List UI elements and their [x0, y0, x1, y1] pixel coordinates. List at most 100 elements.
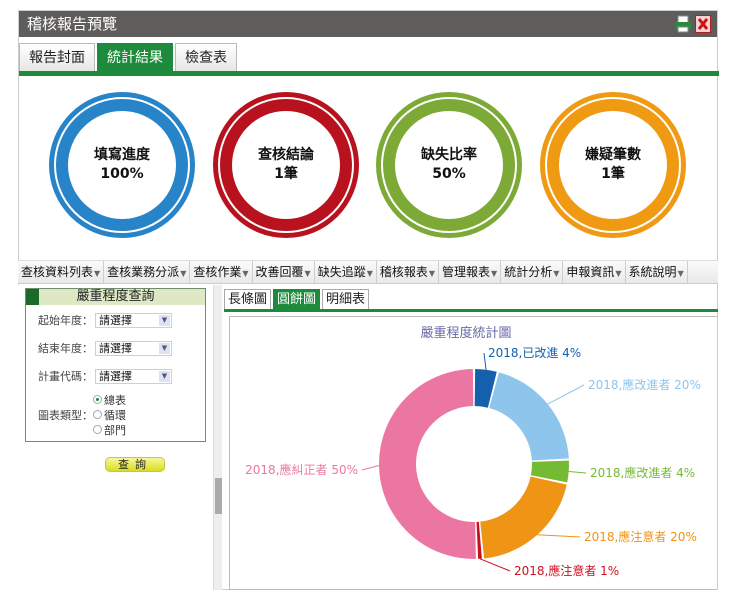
tab-pie-chart[interactable]: 圓餅圖 — [273, 289, 321, 309]
slice-leader-line — [547, 384, 585, 405]
scrollbar-thumb[interactable] — [215, 478, 222, 514]
chart-type-label: 圖表類型： — [38, 408, 93, 422]
dropdown-arrow-icon: ▼ — [677, 269, 684, 278]
plan-code-value: 請選擇 — [99, 369, 132, 383]
query-button[interactable]: 查詢 — [105, 457, 165, 472]
slice-leader-line — [479, 558, 511, 572]
stat-value: 1筆 — [601, 166, 625, 182]
end-year-select[interactable]: 請選擇 ▼ — [95, 340, 172, 356]
stat-fill-progress: 填寫進度 100% — [49, 92, 195, 238]
menu-item-6[interactable]: 管理報表▼ — [439, 261, 502, 283]
menu-label: 缺失追蹤 — [317, 265, 366, 279]
stat-label: 查核結論 — [258, 147, 314, 163]
dropdown-arrow-icon: ▼ — [94, 269, 101, 278]
dropdown-arrow-icon: ▼ — [242, 269, 249, 278]
window-title: 稽核報告預覽 — [27, 15, 118, 33]
menu-label: 改善回覆 — [255, 265, 304, 279]
tab-bar-chart[interactable]: 長條圖 — [224, 289, 272, 309]
menu-item-2[interactable]: 查核作業▼ — [190, 261, 253, 283]
menu-item-3[interactable]: 改善回覆▼ — [253, 261, 315, 283]
start-year-label: 起始年度： — [38, 314, 93, 327]
stat-value: 50% — [432, 166, 466, 182]
radio-summary[interactable]: 總表 — [93, 392, 126, 407]
menu-item-0[interactable]: 查核資料列表▼ — [18, 261, 105, 283]
chevron-down-icon: ▼ — [159, 314, 170, 326]
menu-item-4[interactable]: 缺失追蹤▼ — [315, 261, 377, 283]
main-menu: 查核資料列表▼ 查核業務分派▼ 查核作業▼ 改善回覆▼ 缺失追蹤▼ 稽核報表▼ 管理報表▼ 統… — [18, 260, 718, 284]
menu-label: 管理報表 — [442, 265, 491, 279]
stat-value: 100% — [100, 166, 144, 182]
chevron-down-icon: ▼ — [159, 342, 170, 354]
tab-checklist[interactable]: 檢查表 — [175, 43, 237, 71]
radio-department-label: 部門 — [104, 423, 126, 437]
stat-label: 嫌疑筆數 — [585, 147, 641, 163]
dropdown-arrow-icon: ▼ — [304, 269, 311, 278]
chart-panel: 長條圖 圓餅圖 明細表 嚴重程度統計圖 2018,已改進 4% 2018,應改進者… — [222, 285, 718, 590]
donut-chart: 嚴重程度統計圖 2018,已改進 4% 2018,應改進者 20% 2018,應改進… — [245, 325, 701, 578]
slice-label: 2018,應糾正者 50% — [245, 462, 358, 477]
slice-label: 2018,應注意者 20% — [584, 529, 697, 544]
chevron-down-icon: ▼ — [159, 370, 170, 382]
dropdown-arrow-icon: ▼ — [491, 269, 498, 278]
slice-label: 2018,應注意者 1% — [514, 563, 619, 578]
query-title: 嚴重程度查詢 — [26, 289, 205, 305]
radio-cycle[interactable]: 循環 — [93, 407, 126, 422]
tab-statistics[interactable]: 統計結果 — [97, 43, 173, 71]
stat-suspect-count: 嫌疑筆數 1筆 — [540, 92, 686, 238]
radio-cycle-label: 循環 — [104, 408, 126, 422]
menu-label: 統計分析 — [504, 265, 553, 279]
stat-audit-conclusion: 查核結論 1筆 — [213, 92, 359, 238]
end-year-value: 請選擇 — [99, 341, 132, 355]
slice-leader-line — [568, 471, 587, 474]
stat-label: 填寫進度 — [94, 147, 150, 163]
menu-label: 系統說明 — [628, 265, 677, 279]
report-tabs: 報告封面 統計結果 檢查表 — [19, 43, 237, 71]
chart-area: 嚴重程度統計圖 2018,已改進 4% 2018,應改進者 20% 2018,應改進… — [229, 316, 717, 590]
slice-label: 2018,應改進者 20% — [588, 377, 701, 392]
slice-label: 2018,已改進 4% — [488, 346, 581, 360]
chart-tab-divider — [224, 309, 718, 312]
menu-label: 查核業務分派 — [107, 265, 180, 279]
close-icon[interactable] — [695, 15, 711, 33]
slice-leader-line — [537, 534, 581, 538]
severity-query-box: 嚴重程度查詢 起始年度： 請選擇 ▼ 結束年度： 請選擇 ▼ 計畫代碼： 請選擇 ▼ 圖表類… — [25, 288, 206, 442]
dropdown-arrow-icon: ▼ — [553, 269, 560, 278]
slice-leader-line — [483, 352, 487, 370]
stat-content: 填寫進度 100% — [71, 114, 173, 216]
dropdown-arrow-icon: ▼ — [366, 269, 373, 278]
slice-leader-line — [361, 465, 380, 471]
pie-slice-1[interactable] — [489, 372, 569, 461]
stat-value: 1筆 — [274, 166, 298, 182]
radio-department[interactable]: 部門 — [93, 422, 126, 437]
printer-icon[interactable] — [675, 15, 691, 33]
plan-code-select[interactable]: 請選擇 ▼ — [95, 368, 172, 384]
dropdown-arrow-icon: ▼ — [180, 269, 187, 278]
plan-code-label: 計畫代碼： — [38, 370, 93, 383]
menu-item-1[interactable]: 查核業務分派▼ — [104, 261, 191, 283]
tab-detail-table[interactable]: 明細表 — [322, 289, 370, 309]
stat-content: 查核結論 1筆 — [235, 114, 337, 216]
chart-title: 嚴重程度統計圖 — [420, 325, 511, 341]
pie-slice-3[interactable] — [480, 476, 567, 559]
stat-content: 嫌疑筆數 1筆 — [562, 114, 664, 216]
menu-label: 申報資訊 — [566, 265, 615, 279]
dropdown-arrow-icon: ▼ — [428, 269, 436, 278]
menu-label: 稽核報表 — [379, 265, 428, 279]
title-bar: 稽核報告預覽 — [19, 11, 717, 37]
slice-label: 2018,應改進者 4% — [590, 465, 695, 480]
tab-divider — [19, 71, 719, 76]
menu-item-9[interactable]: 系統說明▼ — [626, 261, 688, 283]
left-panel-scrollbar[interactable] — [213, 285, 222, 590]
query-panel: 嚴重程度查詢 起始年度： 請選擇 ▼ 結束年度： 請選擇 ▼ 計畫代碼： 請選擇 ▼ 圖表類… — [18, 285, 213, 590]
stat-label: 缺失比率 — [421, 147, 477, 163]
stat-content: 缺失比率 50% — [398, 114, 500, 216]
tab-report-cover[interactable]: 報告封面 — [19, 43, 95, 71]
radio-summary-label: 總表 — [104, 393, 126, 407]
menu-label: 查核作業 — [193, 265, 242, 279]
menu-item-7[interactable]: 統計分析▼ — [501, 261, 564, 283]
menu-item-5[interactable]: 稽核報表▼ — [377, 261, 440, 283]
start-year-select[interactable]: 請選擇 ▼ — [95, 312, 172, 328]
menu-item-8[interactable]: 申報資訊▼ — [563, 261, 626, 283]
end-year-label: 結束年度： — [38, 342, 93, 355]
pie-slice-5[interactable] — [379, 369, 476, 559]
